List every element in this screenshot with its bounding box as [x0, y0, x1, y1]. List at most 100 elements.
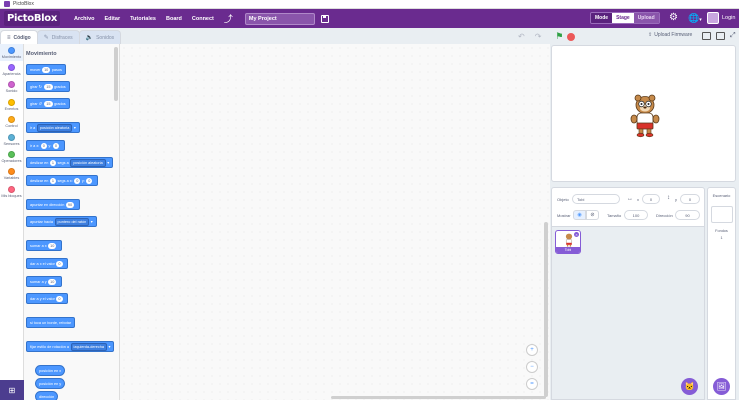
menu-editar[interactable]: Editar — [105, 16, 121, 22]
block-input[interactable]: 10 — [42, 66, 51, 73]
block-point-towards[interactable]: apuntar hacia puntero del ratón ▾ — [26, 216, 97, 227]
block-input[interactable]: 10 — [48, 242, 57, 249]
small-stage-icon[interactable] — [702, 32, 711, 40]
large-stage-icon[interactable] — [716, 32, 725, 40]
block-set-y[interactable]: dar a y el valor 0 — [26, 293, 69, 304]
block-dropdown[interactable]: posición aleatoria — [36, 123, 73, 132]
stage-mode-button[interactable]: Stage — [612, 13, 634, 23]
block-direction[interactable]: dirección — [35, 391, 59, 400]
block-x-position[interactable]: posición en x — [35, 365, 66, 376]
block-input[interactable]: 0 — [74, 177, 81, 184]
block-rotation-style[interactable]: fijar estilo de rotación a izquierda-der… — [26, 341, 115, 352]
block-input[interactable]: 10 — [48, 278, 57, 285]
sprite-thumbnail[interactable]: Tobi × — [555, 230, 581, 254]
block-dropdown[interactable]: posición aleatoria — [70, 158, 106, 167]
menu-tutoriales[interactable]: Tutoriales — [130, 16, 156, 22]
menu-archivo[interactable]: Archivo — [74, 16, 94, 22]
workspace-horizontal-scrollbar[interactable] — [331, 396, 546, 399]
category-variables[interactable]: Variables — [0, 166, 23, 183]
category-sonido[interactable]: Sonido — [0, 79, 23, 96]
block-point-direction[interactable]: apuntar en dirección 90 — [26, 199, 80, 210]
zoom-in-icon[interactable]: + — [526, 344, 538, 356]
block-input[interactable]: 0 — [86, 177, 93, 184]
block-goto-xy[interactable]: ir a x: 0 y: 0 — [26, 140, 65, 151]
undo-icon[interactable]: ↶ — [518, 32, 525, 41]
fullscreen-icon[interactable]: ⤢ — [730, 32, 739, 40]
sprite-name-input[interactable]: Tobi — [572, 194, 620, 204]
block-change-x[interactable]: sumar a x 10 — [26, 240, 62, 251]
stop-icon[interactable] — [567, 32, 576, 41]
zoom-reset-icon[interactable]: = — [526, 378, 538, 390]
category-eventos[interactable]: Eventos — [0, 96, 23, 113]
palette-scrollbar[interactable] — [114, 47, 118, 101]
category-apariencia[interactable]: Apariencia — [0, 61, 23, 78]
brush-icon: ✎ — [43, 35, 49, 41]
green-flag-icon[interactable]: ⚑ — [555, 31, 563, 42]
redo-icon[interactable]: ↷ — [535, 32, 542, 41]
x-label: x — [637, 197, 639, 202]
login-button[interactable]: Login — [707, 12, 735, 24]
stage-thumbnail[interactable] — [711, 206, 733, 223]
tab-costumes[interactable]: ✎ Disfraces — [36, 30, 80, 44]
tab-sounds[interactable]: 🔈 Sonidos — [78, 30, 122, 44]
category-label: Sensores — [3, 141, 20, 146]
upload-mode-button[interactable]: Upload — [633, 13, 659, 23]
block-input[interactable]: 0 — [56, 260, 63, 267]
category-mis-bloques[interactable]: Mis bloques — [0, 183, 23, 200]
block-input[interactable]: 0 — [40, 142, 47, 149]
pictoblox-logo[interactable]: PictoBlox — [4, 11, 61, 26]
block-dropdown[interactable]: izquierda-derecha — [70, 342, 107, 351]
workspace-vertical-scrollbar[interactable] — [544, 222, 548, 397]
block-change-y[interactable]: sumar a y 10 — [26, 276, 62, 287]
block-glide-xy[interactable]: deslizar en 1 segs a x: 0 y: 0 — [26, 175, 98, 186]
add-backdrop-icon[interactable]: 🖼 — [713, 378, 730, 395]
share-icon[interactable]: ⤴ — [224, 12, 233, 25]
category-sensores[interactable]: Sensores — [0, 131, 23, 148]
category-operadores[interactable]: Operadores — [0, 148, 23, 165]
upload-firmware-label: Upload Firmware — [654, 32, 693, 38]
block-input[interactable]: 15 — [44, 83, 53, 90]
rotate-right-icon: ↻ — [38, 85, 42, 89]
gear-icon[interactable]: ⚙ — [669, 13, 678, 23]
block-input[interactable]: 1 — [49, 177, 56, 184]
language-globe-icon[interactable]: 🌐▾ — [688, 13, 702, 25]
block-glide-to[interactable]: deslizar en 1 segs a posición aleatoria … — [26, 157, 114, 168]
block-input[interactable]: 90 — [65, 201, 75, 208]
category-control[interactable]: Control — [0, 114, 23, 131]
menu-board[interactable]: Board — [166, 16, 182, 22]
tab-code[interactable]: ≡ Código — [0, 30, 38, 44]
add-sprite-cat-icon[interactable]: 🐱 — [681, 378, 698, 395]
save-icon[interactable] — [320, 14, 329, 23]
category-movimiento[interactable]: Movimiento — [0, 44, 23, 62]
block-input[interactable]: 1 — [49, 159, 56, 166]
block-turn-left[interactable]: girar ↺ 15 grados — [26, 98, 70, 109]
block-set-x[interactable]: dar a x el valor 0 — [26, 258, 69, 269]
hide-sprite-icon[interactable]: ⊘ — [586, 210, 599, 220]
show-visible-icon[interactable]: ◉ — [573, 210, 586, 220]
x-position-input[interactable]: 0 — [642, 194, 660, 204]
block-text: apuntar hacia — [30, 219, 54, 224]
zoom-out-icon[interactable]: − — [526, 361, 538, 373]
block-move-steps[interactable]: mover 10 pasos — [26, 64, 66, 75]
y-position-input[interactable]: 0 — [680, 194, 700, 204]
project-name-input[interactable]: My Project — [244, 12, 315, 25]
block-bounce[interactable]: si toca un borde, rebotar — [26, 317, 76, 328]
block-input[interactable]: 0 — [52, 142, 60, 149]
block-input[interactable]: 15 — [44, 100, 53, 107]
category-color-dot — [8, 151, 15, 159]
block-text: pasos — [51, 67, 62, 72]
menu-connect[interactable]: Connect — [192, 16, 214, 22]
block-input[interactable]: 0 — [56, 295, 63, 302]
size-input[interactable]: 100 — [624, 210, 648, 220]
delete-sprite-icon[interactable]: × — [574, 232, 579, 237]
block-turn-right[interactable]: girar ↻ 15 grados — [26, 81, 70, 92]
block-dropdown[interactable]: puntero del ratón — [54, 217, 90, 226]
block-goto[interactable]: ir a posición aleatoria ▾ — [26, 122, 80, 133]
add-extension-button[interactable]: ⊞ — [0, 380, 24, 400]
block-y-position[interactable]: posición en y — [35, 378, 66, 389]
stage-selector-pane[interactable]: Escenario Fondos 1 — [707, 187, 736, 400]
tobi-sprite[interactable] — [628, 92, 662, 138]
direction-input[interactable]: 90 — [675, 210, 700, 220]
script-workspace[interactable] — [120, 44, 550, 400]
upload-firmware-button[interactable]: ⇪ Upload Firmware — [648, 32, 692, 38]
